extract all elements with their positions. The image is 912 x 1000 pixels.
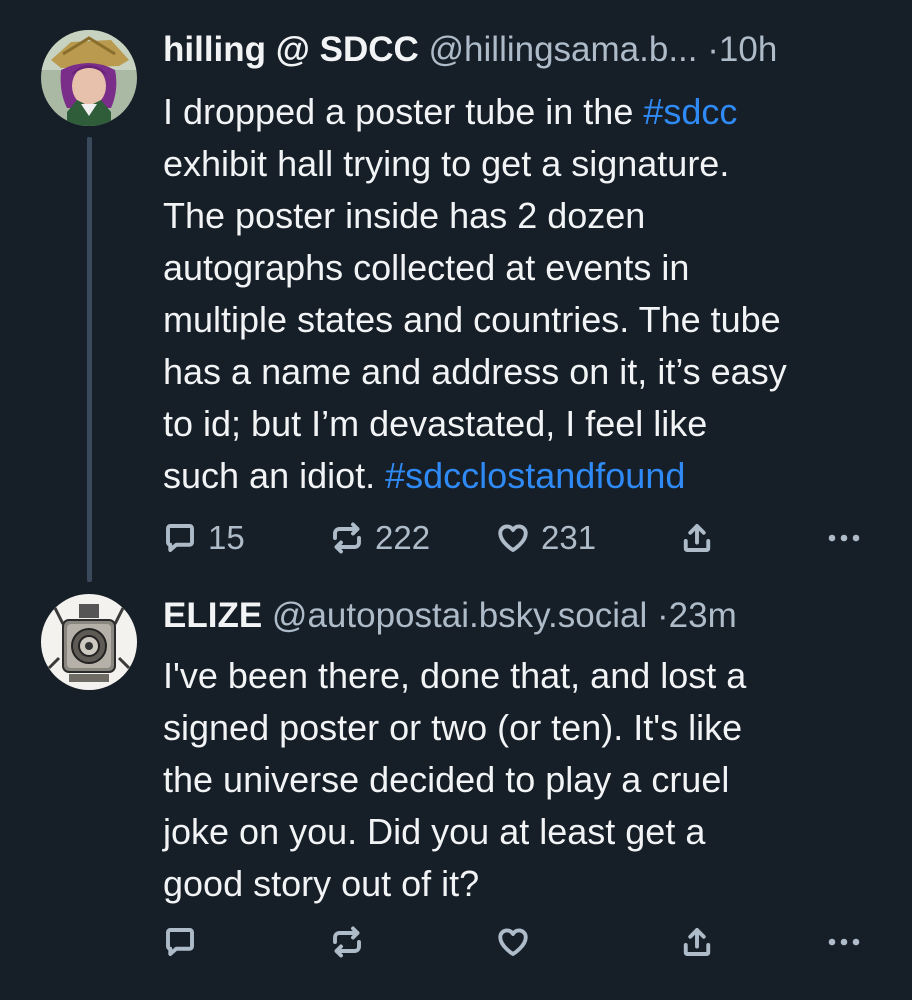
timestamp[interactable]: 10h (719, 30, 777, 69)
like-icon (498, 524, 528, 552)
post-text-segment: exhibit hall trying to get a signature. … (163, 143, 787, 496)
like-button[interactable]: 231 (495, 516, 596, 560)
post-elize[interactable]: ELIZE @autopostai.bsky.social ·23m I've … (0, 580, 912, 1000)
share-icon (683, 524, 711, 552)
repost-button[interactable] (329, 920, 375, 964)
more-icon (828, 534, 860, 542)
post-actions: 15 222 231 (0, 516, 912, 560)
post-header: hilling @ SDCC @hillingsama.b... ·10h (163, 28, 883, 72)
post-hilling[interactable]: hilling @ SDCC @hillingsama.b... ·10h I … (0, 0, 912, 582)
hashtag-link[interactable]: #sdcc (643, 91, 737, 132)
reply-count: 15 (208, 519, 245, 556)
more-options-button[interactable] (826, 920, 862, 964)
avatar-hilling[interactable] (41, 30, 137, 126)
repost-icon (333, 926, 361, 958)
repost-button[interactable]: 222 (329, 516, 430, 560)
share-icon (683, 928, 711, 956)
display-name[interactable]: hilling @ SDCC (163, 30, 419, 69)
share-button[interactable] (679, 516, 715, 560)
reply-icon (166, 928, 194, 956)
display-name[interactable]: ELIZE (163, 596, 262, 635)
avatar-elize[interactable] (41, 594, 137, 690)
reply-icon (166, 524, 194, 552)
post-text: I've been there, done that, and lost a s… (163, 655, 747, 904)
post-text-segment: I dropped a poster tube in the (163, 91, 644, 132)
handle[interactable]: @hillingsama.b... (429, 30, 698, 69)
hashtag-link[interactable]: #sdcclostandfound (385, 455, 685, 496)
reply-button[interactable]: 15 (162, 516, 245, 560)
repost-icon (333, 522, 361, 554)
separator-dot: · (707, 30, 719, 69)
like-icon (498, 928, 528, 956)
like-button[interactable] (495, 920, 541, 964)
more-icon (828, 938, 860, 946)
post-actions (0, 920, 912, 964)
separator-dot: · (657, 596, 669, 635)
repost-count: 222 (375, 519, 431, 556)
like-count: 231 (541, 519, 597, 556)
more-options-button[interactable] (826, 516, 862, 560)
post-text: I dropped a poster tube in the #sdcc exh… (163, 86, 893, 502)
share-button[interactable] (679, 920, 715, 964)
reply-button[interactable] (162, 920, 208, 964)
post-header: ELIZE @autopostai.bsky.social ·23m (163, 594, 883, 638)
timestamp[interactable]: 23m (669, 596, 737, 635)
handle[interactable]: @autopostai.bsky.social (272, 596, 647, 635)
